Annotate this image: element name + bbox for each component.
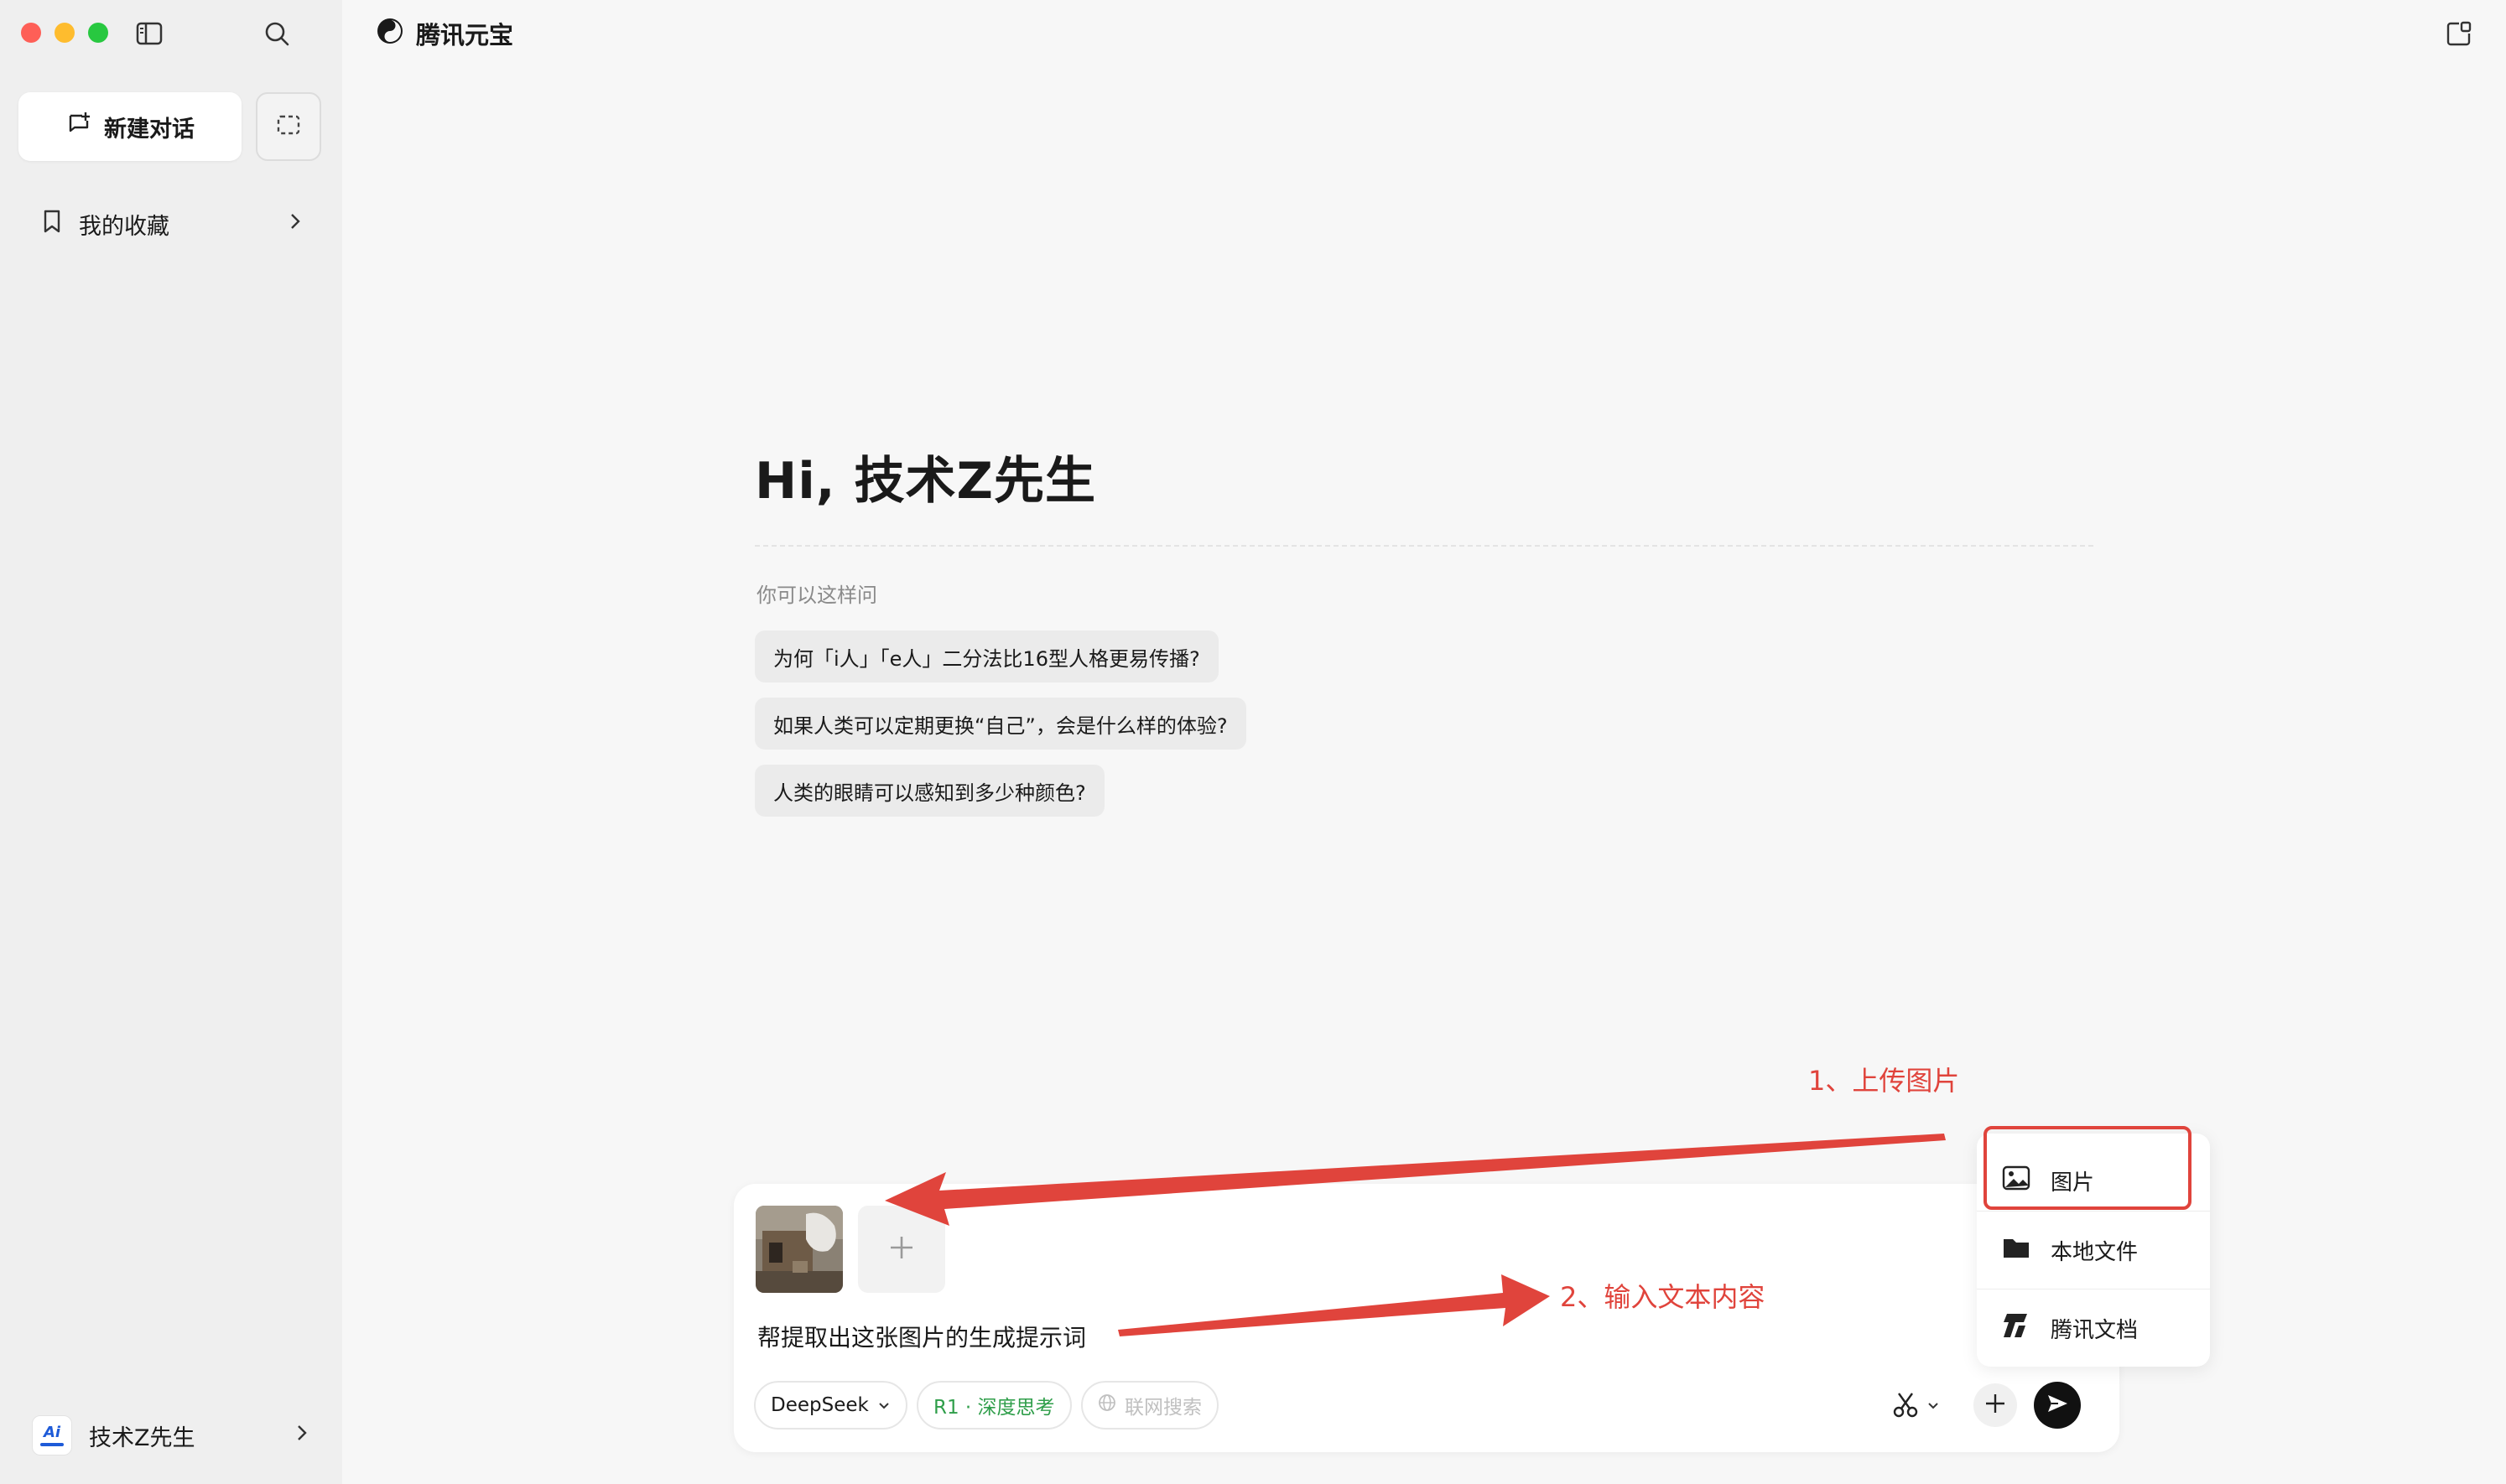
annotation-arrows (885, 1134, 1946, 1336)
annotation-step-1: 1、上传图片 (1808, 1065, 1960, 1097)
annotation-step-2: 2、输入文本内容 (1560, 1281, 1765, 1313)
